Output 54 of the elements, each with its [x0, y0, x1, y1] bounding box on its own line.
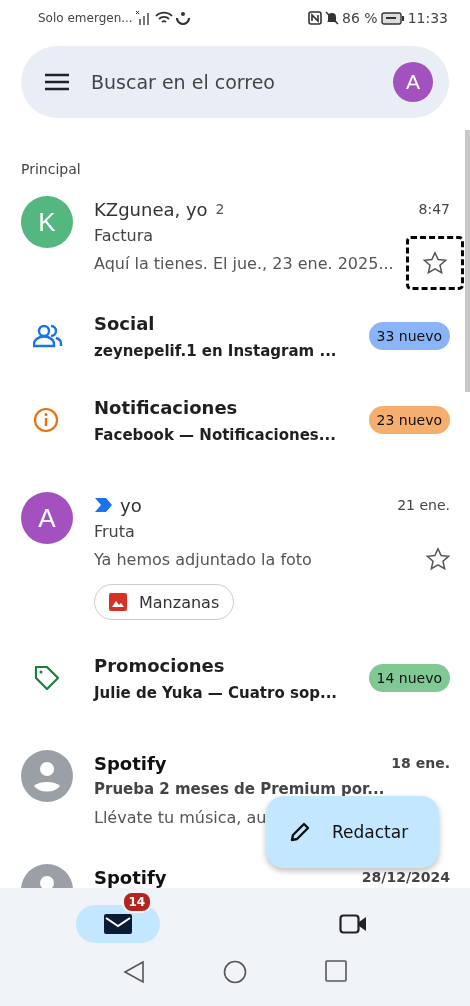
- home-icon[interactable]: [223, 960, 247, 984]
- back-icon[interactable]: [123, 960, 145, 984]
- mail-snippet: Aquí la tienes. El jue., 23 ene. 2025...: [94, 253, 394, 273]
- mail-snippet: Llévate tu música, au: [94, 807, 267, 827]
- mail-time: 21 ene.: [397, 497, 450, 513]
- nfc-icon: [308, 11, 323, 25]
- signal-icon: [135, 11, 152, 25]
- hotspot-icon: [175, 11, 190, 25]
- mail-time: 28/12/2024: [361, 869, 450, 885]
- mail-tab[interactable]: [75, 905, 160, 943]
- compose-button[interactable]: Redactar: [266, 796, 439, 868]
- sender-name: Spotify: [94, 752, 167, 774]
- mail-subject: Factura: [94, 225, 154, 245]
- battery-text: 86 %: [342, 10, 378, 26]
- category-title: Social: [94, 312, 156, 334]
- sender-name: Spotify: [94, 866, 167, 888]
- category-snippet: Julie de Yuka — Cuatro sop...: [94, 683, 339, 702]
- pencil-icon: [288, 820, 312, 844]
- info-icon: [33, 407, 59, 433]
- account-avatar[interactable]: A: [393, 62, 433, 102]
- category-title: Notificaciones: [94, 396, 239, 418]
- category-snippet: zeynepelif.1 en Instagram ...: [94, 341, 338, 360]
- menu-icon[interactable]: [45, 73, 69, 91]
- unread-badge: 14: [121, 891, 153, 913]
- wifi-icon: [154, 11, 173, 25]
- battery-icon: [380, 11, 405, 25]
- mail-time: 8:47: [418, 201, 450, 217]
- new-count-badge: 23 nuevo: [368, 406, 450, 434]
- tag-icon: [33, 664, 61, 692]
- sender-name: KZgunea, yo: [94, 198, 208, 220]
- people-icon: [33, 324, 63, 348]
- clock-text: 11:33: [407, 10, 448, 26]
- category-title: Promociones: [94, 654, 226, 676]
- mail-icon: [103, 913, 132, 935]
- mail-subject: Fruta: [94, 521, 135, 541]
- scrollbar[interactable]: [465, 130, 470, 392]
- mail-subject: Prueba 2 meses de Premium por...: [94, 780, 385, 798]
- bell-muted-icon: [325, 11, 340, 25]
- sender-avatar: K: [21, 196, 73, 248]
- new-count-badge: 14 nuevo: [368, 664, 450, 692]
- mail-snippet: Ya hemos adjuntado la foto: [94, 549, 312, 569]
- new-count-badge: 33 nuevo: [368, 322, 450, 350]
- mail-time: 18 ene.: [391, 755, 450, 771]
- thread-count: 2: [215, 201, 225, 217]
- search-field[interactable]: Buscar en el correo A: [21, 46, 449, 118]
- image-file-icon: [109, 593, 127, 611]
- sender-name: yo: [120, 494, 142, 516]
- section-label: Principal: [21, 160, 81, 178]
- category-snippet: Facebook — Notificaciones...: [94, 425, 337, 444]
- video-camera-icon: [338, 913, 367, 935]
- recents-icon[interactable]: [325, 960, 347, 982]
- important-marker-icon[interactable]: [94, 497, 114, 513]
- sender-avatar: A: [21, 492, 73, 544]
- carrier-text: Solo emergen...: [38, 11, 133, 25]
